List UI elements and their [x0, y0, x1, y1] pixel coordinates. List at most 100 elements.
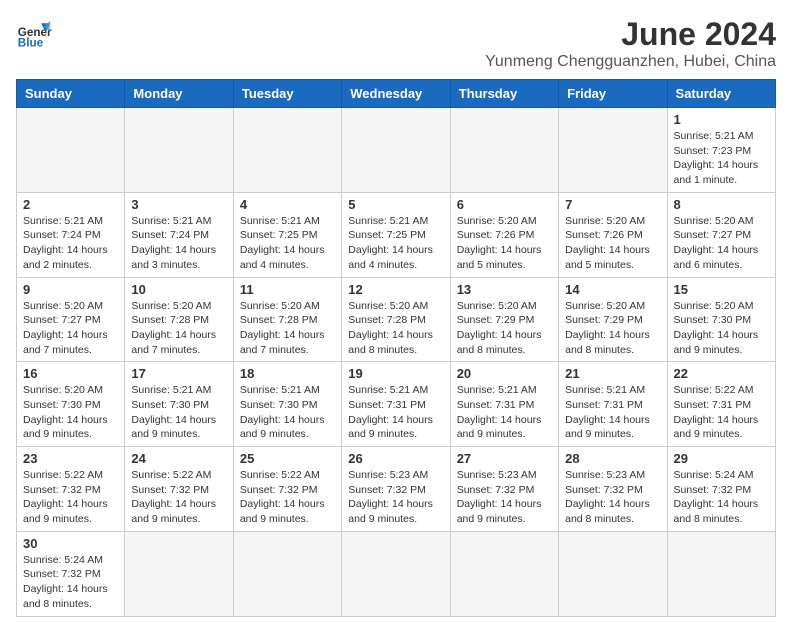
- calendar-cell: 2 Sunrise: 5:21 AMSunset: 7:24 PMDaylight…: [17, 192, 125, 277]
- weekday-header-monday: Monday: [125, 80, 233, 108]
- location-subtitle: Yunmeng Chengguanzhen, Hubei, China: [485, 53, 776, 71]
- day-number: 20: [457, 366, 552, 381]
- calendar-cell: [233, 108, 341, 193]
- day-number: 3: [131, 197, 226, 212]
- day-number: 9: [23, 282, 118, 297]
- calendar-cell: 18 Sunrise: 5:21 AMSunset: 7:30 PMDayligh…: [233, 362, 341, 447]
- calendar-cell: [125, 108, 233, 193]
- calendar-cell: 11 Sunrise: 5:20 AMSunset: 7:28 PMDayligh…: [233, 277, 341, 362]
- day-info: Sunrise: 5:20 AMSunset: 7:27 PMDaylight:…: [674, 214, 769, 273]
- day-number: 29: [674, 451, 769, 466]
- day-info: Sunrise: 5:23 AMSunset: 7:32 PMDaylight:…: [565, 468, 660, 527]
- calendar-cell: 25 Sunrise: 5:22 AMSunset: 7:32 PMDayligh…: [233, 447, 341, 532]
- calendar-cell: 20Sunrise: 5:21 AMSunset: 7:31 PMDayligh…: [450, 362, 558, 447]
- calendar-cell: 9 Sunrise: 5:20 AMSunset: 7:27 PMDaylight…: [17, 277, 125, 362]
- day-number: 21: [565, 366, 660, 381]
- day-info: Sunrise: 5:24 AMSunset: 7:32 PMDaylight:…: [674, 468, 769, 527]
- day-info: Sunrise: 5:22 AMSunset: 7:32 PMDaylight:…: [240, 468, 335, 527]
- day-number: 27: [457, 451, 552, 466]
- day-number: 12: [348, 282, 443, 297]
- day-number: 2: [23, 197, 118, 212]
- day-number: 19: [348, 366, 443, 381]
- logo-icon: General Blue: [16, 16, 52, 52]
- calendar-cell: 22Sunrise: 5:22 AMSunset: 7:31 PMDayligh…: [667, 362, 775, 447]
- calendar-cell: [342, 108, 450, 193]
- day-number: 1: [674, 112, 769, 127]
- month-title: June 2024: [485, 16, 776, 53]
- calendar-cell: 24 Sunrise: 5:22 AMSunset: 7:32 PMDayligh…: [125, 447, 233, 532]
- day-info: Sunrise: 5:21 AMSunset: 7:31 PMDaylight:…: [565, 383, 660, 442]
- calendar-cell: 12 Sunrise: 5:20 AMSunset: 7:28 PMDayligh…: [342, 277, 450, 362]
- day-number: 7: [565, 197, 660, 212]
- day-number: 22: [674, 366, 769, 381]
- calendar-cell: 1 Sunrise: 5:21 AMSunset: 7:23 PMDaylight…: [667, 108, 775, 193]
- day-info: Sunrise: 5:24 AMSunset: 7:32 PMDaylight:…: [23, 553, 118, 612]
- calendar-cell: 23 Sunrise: 5:22 AMSunset: 7:32 PMDayligh…: [17, 447, 125, 532]
- calendar-cell: [233, 531, 341, 616]
- day-info: Sunrise: 5:20 AMSunset: 7:28 PMDaylight:…: [240, 299, 335, 358]
- day-info: Sunrise: 5:21 AMSunset: 7:30 PMDaylight:…: [240, 383, 335, 442]
- calendar-cell: [559, 531, 667, 616]
- weekday-header-thursday: Thursday: [450, 80, 558, 108]
- day-number: 23: [23, 451, 118, 466]
- day-number: 8: [674, 197, 769, 212]
- calendar-cell: [17, 108, 125, 193]
- day-info: Sunrise: 5:21 AMSunset: 7:24 PMDaylight:…: [23, 214, 118, 273]
- day-info: Sunrise: 5:22 AMSunset: 7:32 PMDaylight:…: [131, 468, 226, 527]
- day-info: Sunrise: 5:20 AMSunset: 7:28 PMDaylight:…: [348, 299, 443, 358]
- weekday-header-row: SundayMondayTuesdayWednesdayThursdayFrid…: [17, 80, 776, 108]
- day-number: 26: [348, 451, 443, 466]
- page-header: General Blue June 2024 Yunmeng Chengguan…: [16, 16, 776, 71]
- calendar-cell: [559, 108, 667, 193]
- calendar-cell: [667, 531, 775, 616]
- week-row-4: 16 Sunrise: 5:20 AMSunset: 7:30 PMDayligh…: [17, 362, 776, 447]
- logo: General Blue: [16, 16, 52, 52]
- day-info: Sunrise: 5:20 AMSunset: 7:30 PMDaylight:…: [23, 383, 118, 442]
- week-row-6: 30Sunrise: 5:24 AMSunset: 7:32 PMDayligh…: [17, 531, 776, 616]
- day-number: 4: [240, 197, 335, 212]
- day-number: 5: [348, 197, 443, 212]
- day-number: 13: [457, 282, 552, 297]
- calendar-table: SundayMondayTuesdayWednesdayThursdayFrid…: [16, 79, 776, 617]
- calendar-cell: 17Sunrise: 5:21 AMSunset: 7:30 PMDayligh…: [125, 362, 233, 447]
- weekday-header-tuesday: Tuesday: [233, 80, 341, 108]
- day-number: 16: [23, 366, 118, 381]
- calendar-cell: 19 Sunrise: 5:21 AMSunset: 7:31 PMDayligh…: [342, 362, 450, 447]
- calendar-cell: 10Sunrise: 5:20 AMSunset: 7:28 PMDayligh…: [125, 277, 233, 362]
- calendar-cell: 8 Sunrise: 5:20 AMSunset: 7:27 PMDaylight…: [667, 192, 775, 277]
- day-info: Sunrise: 5:22 AMSunset: 7:32 PMDaylight:…: [23, 468, 118, 527]
- calendar-cell: 21 Sunrise: 5:21 AMSunset: 7:31 PMDayligh…: [559, 362, 667, 447]
- calendar-cell: 7 Sunrise: 5:20 AMSunset: 7:26 PMDaylight…: [559, 192, 667, 277]
- day-number: 24: [131, 451, 226, 466]
- day-info: Sunrise: 5:21 AMSunset: 7:23 PMDaylight:…: [674, 129, 769, 188]
- day-info: Sunrise: 5:20 AMSunset: 7:26 PMDaylight:…: [457, 214, 552, 273]
- day-number: 25: [240, 451, 335, 466]
- calendar-cell: 6 Sunrise: 5:20 AMSunset: 7:26 PMDaylight…: [450, 192, 558, 277]
- calendar-cell: 13Sunrise: 5:20 AMSunset: 7:29 PMDayligh…: [450, 277, 558, 362]
- week-row-1: 1 Sunrise: 5:21 AMSunset: 7:23 PMDaylight…: [17, 108, 776, 193]
- calendar-cell: 16 Sunrise: 5:20 AMSunset: 7:30 PMDayligh…: [17, 362, 125, 447]
- day-number: 17: [131, 366, 226, 381]
- svg-text:Blue: Blue: [18, 37, 44, 50]
- day-number: 18: [240, 366, 335, 381]
- calendar-cell: 3Sunrise: 5:21 AMSunset: 7:24 PMDaylight…: [125, 192, 233, 277]
- day-number: 11: [240, 282, 335, 297]
- day-info: Sunrise: 5:21 AMSunset: 7:31 PMDaylight:…: [348, 383, 443, 442]
- calendar-cell: [342, 531, 450, 616]
- calendar-cell: 28Sunrise: 5:23 AMSunset: 7:32 PMDayligh…: [559, 447, 667, 532]
- day-info: Sunrise: 5:20 AMSunset: 7:27 PMDaylight:…: [23, 299, 118, 358]
- calendar-cell: 5Sunrise: 5:21 AMSunset: 7:25 PMDaylight…: [342, 192, 450, 277]
- calendar-cell: [125, 531, 233, 616]
- title-block: June 2024 Yunmeng Chengguanzhen, Hubei, …: [485, 16, 776, 71]
- day-info: Sunrise: 5:23 AMSunset: 7:32 PMDaylight:…: [348, 468, 443, 527]
- day-info: Sunrise: 5:20 AMSunset: 7:29 PMDaylight:…: [565, 299, 660, 358]
- calendar-cell: 14Sunrise: 5:20 AMSunset: 7:29 PMDayligh…: [559, 277, 667, 362]
- day-number: 6: [457, 197, 552, 212]
- day-number: 10: [131, 282, 226, 297]
- weekday-header-wednesday: Wednesday: [342, 80, 450, 108]
- day-number: 15: [674, 282, 769, 297]
- calendar-cell: 26 Sunrise: 5:23 AMSunset: 7:32 PMDayligh…: [342, 447, 450, 532]
- calendar-cell: 27Sunrise: 5:23 AMSunset: 7:32 PMDayligh…: [450, 447, 558, 532]
- day-info: Sunrise: 5:20 AMSunset: 7:26 PMDaylight:…: [565, 214, 660, 273]
- calendar-cell: 29 Sunrise: 5:24 AMSunset: 7:32 PMDayligh…: [667, 447, 775, 532]
